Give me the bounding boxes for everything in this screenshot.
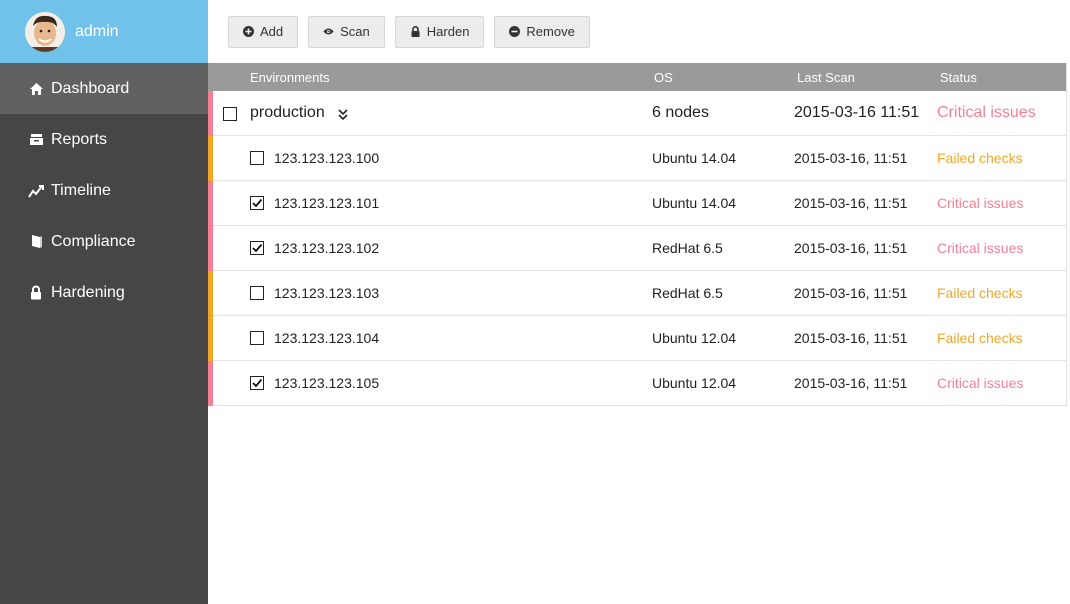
add-button-label: Add — [260, 24, 284, 39]
scan-button[interactable]: Scan — [308, 15, 385, 48]
column-header-os[interactable]: OS — [654, 70, 673, 85]
table-header: Environments OS Last Scan Status — [208, 63, 1066, 91]
node-row[interactable]: 123.123.123.100 Ubuntu 14.04 2015-03-16, 1… — [208, 136, 1066, 181]
node-last-scan: 2015-03-16, 11:51 — [794, 375, 908, 391]
plus-circle-icon — [243, 26, 254, 37]
environment-last-scan: 2015-03-16 11:51 — [794, 104, 920, 121]
environment-name: production — [250, 104, 325, 121]
status-indicator — [208, 136, 213, 181]
status-indicator — [208, 226, 213, 271]
harden-button[interactable]: Harden — [394, 15, 485, 48]
node-os: Ubuntu 12.04 — [652, 375, 737, 391]
remove-button[interactable]: Remove — [494, 15, 590, 48]
node-ip: 123.123.123.100 — [274, 150, 380, 166]
sidebar-item-label: Dashboard — [51, 79, 130, 97]
node-last-scan: 2015-03-16, 11:51 — [794, 240, 908, 256]
node-ip: 123.123.123.101 — [274, 195, 380, 211]
toolbar: Add Scan Harden Remove — [208, 0, 1070, 63]
book-icon — [28, 234, 44, 250]
environment-row[interactable]: production 6 nodes 2015-03-16 11:51 Crit… — [208, 91, 1066, 136]
node-status: Failed checks — [937, 285, 1023, 301]
column-header-last-scan[interactable]: Last Scan — [797, 70, 855, 85]
node-os: RedHat 6.5 — [652, 240, 723, 256]
remove-button-label: Remove — [526, 24, 575, 39]
status-indicator — [208, 271, 213, 316]
node-last-scan: 2015-03-16, 11:51 — [794, 195, 908, 211]
status-indicator — [208, 361, 213, 406]
node-ip: 123.123.123.105 — [274, 375, 380, 391]
node-row[interactable]: 123.123.123.105 Ubuntu 12.04 2015-03-16, 1… — [208, 361, 1066, 406]
scan-button-label: Scan — [340, 24, 370, 39]
node-last-scan: 2015-03-16, 11:51 — [794, 150, 908, 166]
node-row[interactable]: 123.123.123.102 RedHat 6.5 2015-03-16, 11:… — [208, 226, 1066, 271]
sidebar-item-compliance[interactable]: Compliance — [0, 216, 208, 267]
node-checkbox[interactable] — [250, 151, 264, 165]
sidebar-item-reports[interactable]: Reports — [0, 114, 208, 165]
status-indicator — [208, 181, 213, 226]
node-os: Ubuntu 12.04 — [652, 330, 737, 346]
node-status: Failed checks — [937, 150, 1023, 166]
node-ip: 123.123.123.104 — [274, 330, 380, 346]
home-icon — [28, 81, 44, 97]
node-status: Critical issues — [937, 195, 1024, 211]
environments-table: Environments OS Last Scan Status product… — [208, 63, 1067, 406]
node-row[interactable]: 123.123.123.104 Ubuntu 12.04 2015-03-16, 1… — [208, 316, 1066, 361]
line-chart-icon — [28, 183, 44, 199]
node-ip: 123.123.123.102 — [274, 240, 380, 256]
node-os: RedHat 6.5 — [652, 285, 723, 301]
environment-node-count: 6 nodes — [652, 104, 709, 121]
sidebar: admin Dashboard Reports Timeline Complia… — [0, 0, 208, 604]
node-checkbox[interactable] — [250, 286, 264, 300]
minus-circle-icon — [509, 26, 521, 37]
eye-icon — [323, 26, 334, 37]
node-status: Critical issues — [937, 375, 1024, 391]
sidebar-item-label: Hardening — [51, 283, 125, 301]
username: admin — [75, 22, 119, 40]
node-os: Ubuntu 14.04 — [652, 195, 737, 211]
node-status: Critical issues — [937, 240, 1024, 256]
node-row[interactable]: 123.123.123.103 RedHat 6.5 2015-03-16, 11:… — [208, 271, 1066, 316]
sidebar-item-label: Compliance — [51, 232, 136, 250]
lock-icon — [28, 285, 44, 301]
sidebar-item-dashboard[interactable]: Dashboard — [0, 63, 208, 114]
node-last-scan: 2015-03-16, 11:51 — [794, 330, 908, 346]
node-checkbox[interactable] — [250, 331, 264, 345]
sidebar-item-timeline[interactable]: Timeline — [0, 165, 208, 216]
lock-icon — [410, 26, 421, 37]
status-indicator — [208, 91, 213, 136]
column-header-environments[interactable]: Environments — [250, 70, 329, 85]
node-ip: 123.123.123.103 — [274, 285, 380, 301]
chevron-double-down-icon[interactable] — [338, 107, 348, 125]
avatar — [25, 11, 65, 52]
node-checkbox[interactable] — [250, 241, 264, 255]
node-checkbox[interactable] — [250, 376, 264, 390]
node-checkbox[interactable] — [250, 196, 264, 210]
user-profile[interactable]: admin — [0, 0, 208, 63]
sidebar-item-hardening[interactable]: Hardening — [0, 267, 208, 318]
sidebar-item-label: Reports — [51, 130, 108, 148]
environment-checkbox[interactable] — [223, 107, 237, 121]
node-last-scan: 2015-03-16, 11:51 — [794, 285, 908, 301]
node-row[interactable]: 123.123.123.101 Ubuntu 14.04 2015-03-16, 1… — [208, 181, 1066, 226]
column-header-status[interactable]: Status — [940, 70, 977, 85]
node-status: Failed checks — [937, 330, 1023, 346]
environment-status: Critical issues — [937, 104, 1036, 121]
inbox-icon — [28, 132, 44, 148]
node-os: Ubuntu 14.04 — [652, 150, 737, 166]
add-button[interactable]: Add — [228, 15, 299, 48]
main-content: Add Scan Harden Remove Environments OS L… — [208, 0, 1070, 604]
sidebar-item-label: Timeline — [51, 181, 111, 199]
harden-button-label: Harden — [426, 24, 470, 39]
status-indicator — [208, 316, 213, 361]
